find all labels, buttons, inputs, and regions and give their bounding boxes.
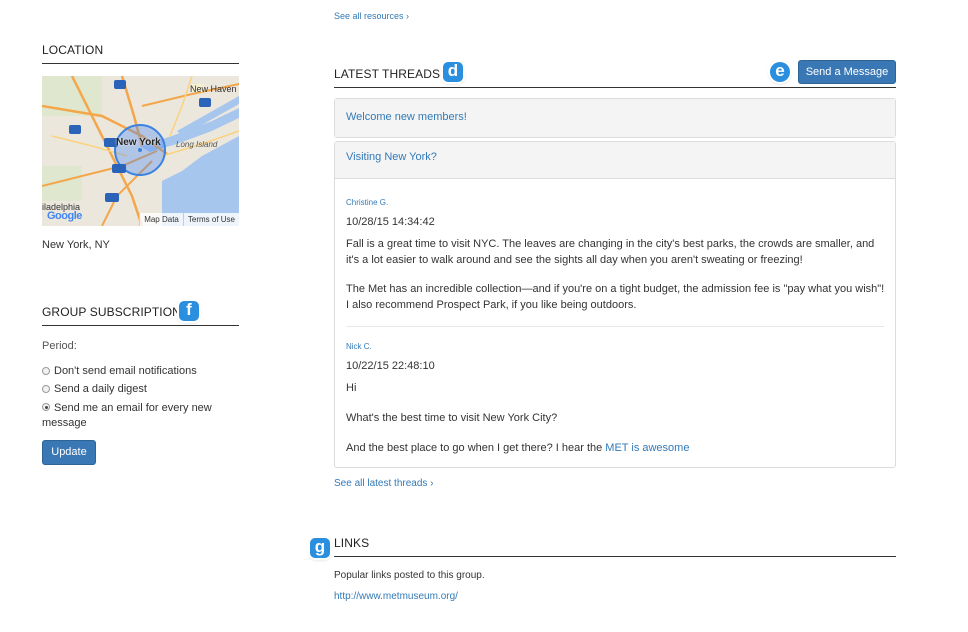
see-all-resources-link[interactable]: See all resources › (334, 11, 409, 21)
post-body-paragraph: Hi (346, 382, 357, 394)
post-body-paragraph: Fall is a great time to visit NYC. The l… (346, 238, 875, 266)
post-timestamp: 10/22/15 22:48:10 (346, 360, 435, 372)
radio-label: Don't send email notifications (54, 365, 197, 377)
radio-button-checked[interactable] (42, 403, 50, 411)
latest-threads-heading: LATEST THREADS (334, 67, 441, 81)
marker-badge-d: d (443, 62, 463, 82)
subscription-rule (42, 325, 239, 326)
radio-option-daily-digest[interactable]: Send a daily digest (42, 383, 147, 395)
radio-label: Send a daily digest (54, 383, 147, 395)
marker-badge-e: e (770, 62, 790, 82)
post-author-link[interactable]: Christine G. (346, 198, 388, 207)
radio-button[interactable] (42, 385, 50, 393)
map-label-new-york: New York (116, 137, 161, 148)
post-body-paragraph: The Met has an incredible collection—and… (346, 283, 885, 311)
radio-option-no-email[interactable]: Don't send email notifications (42, 365, 197, 377)
update-button[interactable]: Update (42, 440, 96, 465)
period-label: Period: (42, 340, 77, 352)
post-timestamp: 10/28/15 14:34:42 (346, 216, 435, 228)
thread-item-expanded: Visiting New York? Christine G. 10/28/15… (334, 141, 896, 468)
marker-badge-g: g (310, 538, 330, 558)
links-rule (334, 556, 896, 557)
radio-option-every-message[interactable]: Send me an email for every new message (42, 401, 212, 431)
threads-rule (334, 87, 896, 88)
send-message-button[interactable]: Send a Message (798, 60, 896, 84)
location-rule (42, 63, 239, 64)
location-city: New York, NY (42, 239, 110, 251)
post-divider (346, 326, 884, 327)
metmuseum-link[interactable]: http://www.metmuseum.org/ (334, 591, 458, 602)
post-body-paragraph: What's the best time to visit New York C… (346, 412, 558, 424)
map-data-link[interactable]: Map Data (139, 213, 183, 226)
location-heading: LOCATION (42, 43, 104, 57)
google-logo: Google (47, 210, 82, 222)
map-label-long-island: Long Island (176, 140, 218, 149)
post-text: And the best place to go when I get ther… (346, 442, 606, 454)
links-description: Popular links posted to this group. (334, 570, 485, 581)
see-all-latest-threads-link[interactable]: See all latest threads › (334, 478, 434, 489)
thread-title-link[interactable]: Visiting New York? (346, 151, 437, 163)
terms-of-use-link[interactable]: Terms of Use (182, 213, 239, 226)
thread-item[interactable]: Welcome new members! (334, 98, 896, 138)
group-subscription-heading: GROUP SUBSCRIPTION (42, 305, 181, 319)
map-label-new-haven: New Haven (190, 84, 237, 94)
met-is-awesome-link[interactable]: MET is awesome (605, 442, 689, 454)
post-author-link[interactable]: Nick C. (346, 342, 372, 351)
radio-label: Send me an email for every new message (42, 402, 212, 429)
location-map[interactable]: New Haven New York Long Island iladelphi… (42, 76, 239, 226)
post-body-paragraph: And the best place to go when I get ther… (346, 441, 689, 457)
links-heading: LINKS (334, 536, 370, 550)
thread-title-link[interactable]: Welcome new members! (346, 111, 467, 123)
marker-badge-f: f (179, 301, 199, 321)
radio-button[interactable] (42, 367, 50, 375)
map-footer: Map Data Terms of Use (139, 213, 239, 226)
thread-header[interactable]: Visiting New York? (335, 142, 895, 179)
